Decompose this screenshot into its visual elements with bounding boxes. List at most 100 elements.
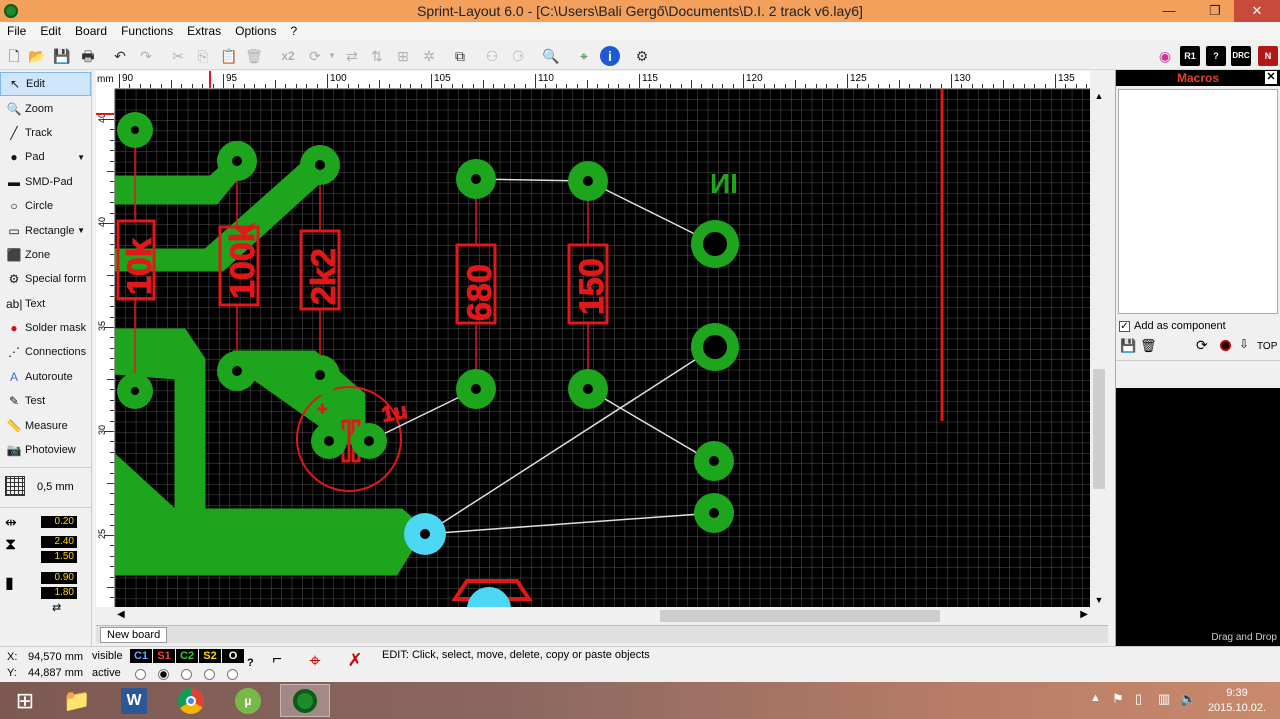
snap-icon[interactable]: ✲ [419,46,439,66]
horizontal-scrollbar[interactable]: ◀ ▶ [115,607,1090,625]
tool-pad[interactable]: ● Pad ▼ [0,145,91,169]
menu-board[interactable]: Board [75,24,107,38]
add-component-checkbox[interactable]: ✓ [1119,320,1130,332]
drc-badge[interactable]: DRC [1231,46,1251,66]
open-file-icon[interactable]: 📂 [27,46,47,66]
rotate-macro-icon[interactable]: ⟳ [1196,337,1208,354]
save-icon[interactable]: 💾 [52,46,72,66]
macro-preview[interactable]: Drag and Drop [1116,388,1280,646]
tab-new-board[interactable]: New board [100,627,168,643]
n-badge-icon[interactable]: N [1258,46,1278,66]
active-radio-s2[interactable] [204,669,215,680]
active-radio-c2[interactable] [181,669,192,680]
chrome-icon[interactable] [166,684,216,717]
board-svg[interactable]: 10k 100k 2k2 680 150 1u + ИI [115,89,1090,607]
tool-circle[interactable]: ○ Circle [0,194,91,218]
vertical-scrollbar[interactable]: ▲ ▼ [1090,89,1108,607]
delete-icon[interactable]: 🗑 [244,46,264,66]
layer-c1[interactable]: C1 [130,649,152,663]
menu-options[interactable]: Options [235,24,276,38]
grid-size-label[interactable]: 0,5 mm [37,481,74,493]
tool-smd-pad[interactable]: ▬ SMD-Pad [0,170,91,194]
menu-help[interactable]: ? [290,24,297,38]
tool-zone[interactable]: ⬛ Zone [0,243,91,267]
crosshair-icon[interactable]: ⌖ [574,46,594,66]
tool-track[interactable]: ╱ Track [0,121,91,145]
dropdown-arrow-icon[interactable]: ▼ [77,153,85,162]
sprint-layout-task-icon[interactable] [280,684,330,717]
vscroll-thumb[interactable] [1093,369,1105,489]
scroll-up-icon[interactable]: ▲ [1090,91,1108,101]
tool-measure[interactable]: 📏 Measure [0,413,91,437]
macros-close-icon[interactable]: ✕ [1265,71,1277,84]
layer-s2[interactable]: S2 [199,649,221,663]
mirror-vertical-icon[interactable]: ⇅ [367,46,387,66]
network-icon[interactable]: ▥ [1158,691,1170,707]
minimize-button[interactable]: — [1154,0,1184,22]
hscroll-thumb[interactable] [660,610,940,622]
restore-button[interactable]: ❐ [1200,0,1230,22]
scroll-down-icon[interactable]: ▼ [1090,595,1108,605]
close-button[interactable]: ✕ [1234,0,1280,22]
info-icon[interactable]: i [600,46,620,66]
zoom-icon[interactable]: 🔍 [541,46,561,66]
swap-icon[interactable]: ⇄ [52,601,61,614]
tool-special-form[interactable]: ⚙ Special form [0,267,91,291]
menu-functions[interactable]: Functions [121,24,173,38]
word-icon[interactable]: W [109,684,159,717]
tool-solder-mask[interactable]: ● Solder mask [0,316,91,340]
copy-icon[interactable]: ⎘ [193,46,213,66]
track-mode-icon[interactable]: ⌐ [262,651,292,679]
menu-file[interactable]: File [7,24,26,38]
clock-date[interactable]: 2015.10.02. [1207,702,1267,714]
grid-icon[interactable] [5,476,25,496]
mirror-horizontal-icon[interactable]: ⇄ [342,46,362,66]
active-radio-s1[interactable] [158,669,169,680]
flag-icon[interactable]: ⚑ [1112,691,1124,707]
redo-icon[interactable]: ↷ [136,46,156,66]
component-icon[interactable]: ⚙ [632,46,652,66]
tool-rectangle[interactable]: ▭ Rectangle ▼ [0,218,91,242]
active-radio-o[interactable] [227,669,238,680]
undo-icon[interactable]: ↶ [110,46,130,66]
pcb-board-canvas[interactable]: 10k 100k 2k2 680 150 1u + ИI [115,89,1090,607]
dropdown-arrow-icon[interactable]: ▼ [77,226,85,235]
r1-badge[interactable]: R1 [1180,46,1200,66]
smd-height-field[interactable]: 1.80 [41,587,77,599]
volume-icon[interactable]: 🔈 [1180,691,1196,707]
tool-autoroute[interactable]: A Autoroute [0,365,91,389]
group-icon[interactable]: ⚇ [482,46,502,66]
rubberband-icon[interactable]: ✗ [338,650,372,680]
tool-photoview[interactable]: 📷 Photoview [0,438,91,462]
layer-o[interactable]: O [222,649,244,663]
tool-test[interactable]: ✎ Test [0,389,91,413]
utorrent-icon[interactable]: µ [223,684,273,717]
menu-edit[interactable]: Edit [40,24,61,38]
layer-c2[interactable]: C2 [176,649,198,663]
active-radio-c1[interactable] [135,669,146,680]
top-label[interactable]: TOP [1257,341,1277,352]
paste-icon[interactable]: 📋 [219,46,239,66]
layer-help[interactable]: ? [247,657,254,669]
save-macro-icon[interactable]: 💾 [1120,338,1136,354]
rotate-dropdown-icon[interactable]: ▼ [322,46,342,66]
ungroup-icon[interactable]: ⚆ [508,46,528,66]
scroll-left-icon[interactable]: ◀ [117,609,125,620]
start-icon[interactable]: ⊞ [0,684,50,717]
flip-icon[interactable]: ⇩ [1239,337,1249,351]
tool-text[interactable]: ab| Text [0,292,91,316]
print-icon[interactable]: 🖶 [78,46,98,66]
battery-icon[interactable]: ▯ [1135,691,1142,707]
record-icon[interactable] [1220,340,1231,351]
scroll-right-icon[interactable]: ▶ [1080,609,1088,620]
pad-outer-field[interactable]: 2.40 [41,536,77,548]
align-icon[interactable]: ⊞ [393,46,413,66]
macros-list[interactable] [1118,89,1278,314]
file-explorer-icon[interactable]: 📁 [52,684,102,717]
tray-arrow-icon[interactable]: ▲ [1090,692,1101,704]
layers-icon[interactable]: ⧉ [450,46,470,66]
delete-macro-icon[interactable]: 🗑 [1140,338,1157,354]
clock-time[interactable]: 9:39 [1207,687,1267,699]
smd-width-field[interactable]: 0.90 [41,572,77,584]
tool-edit[interactable]: ↖ Edit [0,72,91,97]
